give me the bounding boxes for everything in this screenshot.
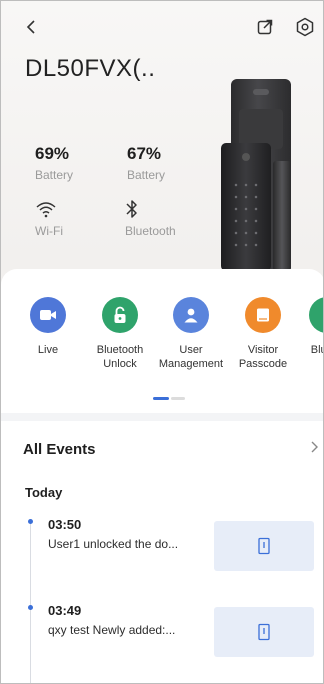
battery-label: Battery — [127, 168, 166, 182]
page-dot-active — [153, 397, 169, 400]
bluetooth-icon — [126, 200, 137, 218]
events-more-button[interactable] — [310, 439, 322, 457]
bluetooth-key-icon — [320, 307, 324, 323]
action-live[interactable]: Live — [10, 297, 86, 357]
battery-label: Battery — [35, 168, 74, 182]
event-group-label: Today — [25, 485, 63, 500]
lock-keypad-image — [221, 143, 271, 271]
action-label: Blue K — [310, 344, 323, 356]
event-time: 03:50 — [48, 517, 82, 532]
passcode-card-icon — [257, 308, 269, 322]
event-thumbnail[interactable] — [214, 607, 314, 657]
event-description: User1 unlocked the do... — [48, 537, 179, 551]
live-button[interactable] — [30, 297, 66, 333]
event-item[interactable]: 03:49 qxy test Newly added:... — [1, 603, 323, 657]
page-dot — [171, 397, 185, 400]
battery-stat-1: 69% Battery — [35, 144, 73, 182]
battery-stat-2: 67% Battery — [127, 144, 165, 182]
door-icon — [258, 537, 270, 555]
settings-button[interactable] — [293, 15, 317, 39]
user-icon — [184, 308, 198, 323]
bluetooth-label: Bluetooth — [125, 224, 176, 238]
event-description: qxy test Newly added:... — [48, 623, 176, 637]
share-button[interactable] — [253, 15, 277, 39]
timeline-dot — [28, 605, 33, 610]
video-camera-icon — [40, 310, 56, 320]
lock-handle-image — [273, 161, 291, 271]
action-bluetooth-key[interactable]: Blue K — [289, 297, 324, 357]
wifi-icon — [36, 202, 56, 218]
timeline-dot — [28, 519, 33, 524]
bluetooth-key-button[interactable] — [309, 297, 324, 333]
wifi-label: Wi-Fi — [35, 224, 63, 238]
action-bluetooth-unlock[interactable]: Bluetooth Unlock — [82, 297, 158, 371]
battery-value: 69% — [35, 144, 70, 163]
app-screen: DL50FVX(.. 69% Battery 67% Battery Wi-Fi — [0, 0, 324, 684]
back-button[interactable] — [19, 15, 43, 39]
action-label: User Management — [158, 344, 224, 370]
device-hero: DL50FVX(.. 69% Battery 67% Battery Wi-Fi — [1, 1, 323, 301]
visitor-passcode-button[interactable] — [245, 297, 281, 333]
chevron-right-icon — [311, 441, 318, 453]
device-name: DL50FVX(.. — [25, 55, 156, 82]
action-label: Bluetooth Unlock — [96, 344, 144, 370]
wifi-status: Wi-Fi — [35, 198, 105, 238]
section-divider — [1, 413, 323, 421]
unlock-icon — [114, 306, 126, 323]
battery-value: 67% — [127, 144, 162, 163]
action-label: Live — [37, 344, 59, 356]
user-management-button[interactable] — [173, 297, 209, 333]
share-icon — [257, 19, 273, 35]
event-item[interactable]: 03:50 User1 unlocked the do... — [1, 517, 323, 571]
bluetooth-unlock-button[interactable] — [102, 297, 138, 333]
gear-icon — [296, 17, 314, 37]
event-thumbnail[interactable] — [214, 521, 314, 571]
quick-actions: Live Bluetooth Unlock User Management Vi… — [1, 297, 324, 377]
page-indicator — [153, 397, 189, 400]
event-time: 03:49 — [48, 603, 82, 618]
bluetooth-status: Bluetooth — [125, 198, 195, 238]
door-icon — [258, 623, 270, 641]
action-user-management[interactable]: User Management — [153, 297, 229, 371]
chevron-left-icon — [26, 20, 35, 34]
events-title[interactable]: All Events — [23, 441, 96, 458]
content-sheet: Live Bluetooth Unlock User Management Vi… — [1, 269, 324, 683]
